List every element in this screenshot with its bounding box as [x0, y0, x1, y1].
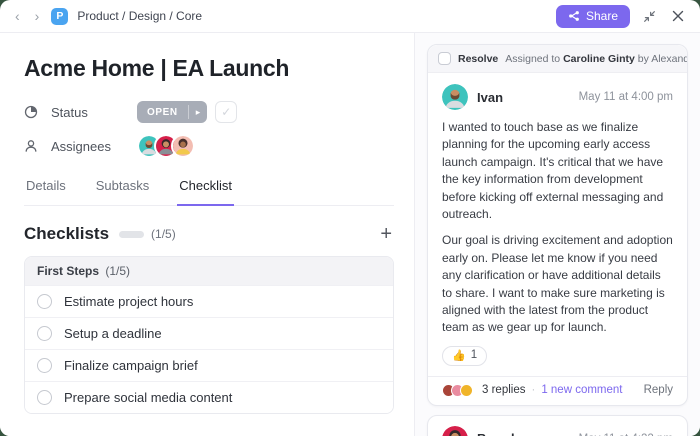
comment-paragraph: I wanted to touch base as we finalize pl…	[442, 119, 673, 223]
replies-count[interactable]: 3 replies	[482, 384, 525, 396]
checklist-item-label: Finalize campaign brief	[64, 358, 198, 373]
checklist-progress-bar	[119, 231, 144, 238]
checklist-item[interactable]: Prepare social media content	[25, 381, 393, 413]
comment-author-name: Brenda	[477, 431, 522, 436]
assignees-field-label: Assignees	[51, 139, 137, 154]
comment-timestamp: May 11 at 4:00 pm	[579, 91, 673, 103]
comment-card: Brenda May 11 at 4:22 pm This is great, …	[427, 415, 688, 436]
resolve-assignee-name: Caroline Ginty	[563, 53, 635, 65]
checklist-item[interactable]: Estimate project hours	[25, 285, 393, 317]
comment-thread-card: Resolve Assigned to Caroline Ginty by Al…	[427, 44, 688, 406]
avatar-brenda[interactable]	[442, 426, 468, 436]
assignee-avatars[interactable]	[137, 134, 195, 158]
comment-author-row: Ivan May 11 at 4:00 pm	[442, 84, 673, 110]
resolve-bar: Resolve Assigned to Caroline Ginty by Al…	[428, 45, 687, 73]
reaction-pill[interactable]: 👍 1	[442, 346, 487, 366]
share-button[interactable]: Share	[556, 5, 630, 28]
new-comment-link[interactable]: 1 new comment	[541, 384, 622, 396]
checklist-item-checkbox[interactable]	[37, 326, 52, 341]
tab-subtasks[interactable]: Subtasks	[94, 178, 151, 205]
main-split: Acme Home | EA Launch Status OPEN ▸ ✓	[0, 33, 700, 436]
share-icon	[568, 10, 580, 22]
status-icon	[24, 105, 39, 119]
thread-footer: 3 replies · 1 new comment Reply	[428, 376, 687, 405]
status-field: Status OPEN ▸ ✓	[24, 100, 394, 124]
task-pane: Acme Home | EA Launch Status OPEN ▸ ✓	[0, 33, 415, 436]
reaction-count: 1	[471, 349, 477, 361]
dot-separator: ·	[531, 384, 535, 396]
assignees-field: Assignees	[24, 134, 394, 158]
tab-details[interactable]: Details	[24, 178, 68, 205]
reply-avatar	[460, 384, 473, 397]
checklist-item-label: Prepare social media content	[64, 390, 232, 405]
checklist-item-checkbox[interactable]	[37, 294, 52, 309]
checklist-item[interactable]: Setup a deadline	[25, 317, 393, 349]
checklist-group-header[interactable]: First Steps (1/5)	[25, 257, 393, 285]
avatar-ivan[interactable]	[442, 84, 468, 110]
collapse-icon[interactable]	[639, 6, 659, 26]
share-button-label: Share	[586, 9, 618, 23]
assigned-to-text: Assigned to Caroline Ginty by Alexander	[505, 53, 687, 65]
resolve-checkbox[interactable]	[438, 52, 451, 65]
task-fields: Status OPEN ▸ ✓ Assignees	[24, 100, 394, 158]
task-title[interactable]: Acme Home | EA Launch	[24, 55, 394, 82]
add-checklist-button[interactable]: +	[378, 224, 394, 244]
breadcrumb[interactable]: Product / Design / Core	[77, 9, 202, 23]
checklist-group-title: First Steps	[37, 264, 99, 278]
comment-paragraph: Our goal is driving excitement and adopt…	[442, 232, 673, 336]
comments-pane: Resolve Assigned to Caroline Ginty by Al…	[415, 33, 700, 436]
checklist-card: First Steps (1/5) Estimate project hours…	[24, 256, 394, 414]
checklist-item[interactable]: Finalize campaign brief	[25, 349, 393, 381]
checklist-progress-count: (1/5)	[151, 227, 176, 241]
status-caret-icon: ▸	[189, 101, 208, 123]
tab-checklist[interactable]: Checklist	[177, 178, 234, 206]
back-icon[interactable]: ‹	[12, 7, 23, 25]
reply-avatars	[442, 384, 473, 397]
checklists-header: Checklists (1/5) +	[24, 224, 394, 244]
reply-button[interactable]: Reply	[644, 384, 673, 396]
assignee-icon	[24, 139, 39, 153]
status-value: OPEN	[137, 101, 188, 123]
checklist-item-checkbox[interactable]	[37, 390, 52, 405]
status-field-label: Status	[51, 105, 137, 120]
checklist-item-checkbox[interactable]	[37, 358, 52, 373]
checklists-heading: Checklists	[24, 224, 109, 244]
space-badge-icon[interactable]: P	[51, 8, 68, 25]
thumbs-up-icon: 👍	[452, 349, 466, 362]
avatar-yellow	[171, 134, 195, 158]
comment-body: Ivan May 11 at 4:00 pm I wanted to touch…	[428, 73, 687, 376]
comment-author-row: Brenda May 11 at 4:22 pm	[442, 426, 673, 436]
mark-complete-button[interactable]: ✓	[215, 101, 237, 123]
task-modal-window: ‹ › P Product / Design / Core Share Acme…	[0, 0, 700, 436]
forward-icon[interactable]: ›	[32, 7, 43, 25]
status-dropdown[interactable]: OPEN ▸	[137, 101, 207, 123]
checklist-item-label: Setup a deadline	[64, 326, 162, 341]
task-tabs: Details Subtasks Checklist	[24, 178, 394, 206]
comment-author-name: Ivan	[477, 90, 503, 105]
close-icon[interactable]	[668, 6, 688, 26]
top-bar: ‹ › P Product / Design / Core Share	[0, 0, 700, 33]
checklist-group-count: (1/5)	[105, 264, 130, 278]
resolve-label[interactable]: Resolve	[458, 53, 498, 65]
checklist-item-label: Estimate project hours	[64, 294, 193, 309]
